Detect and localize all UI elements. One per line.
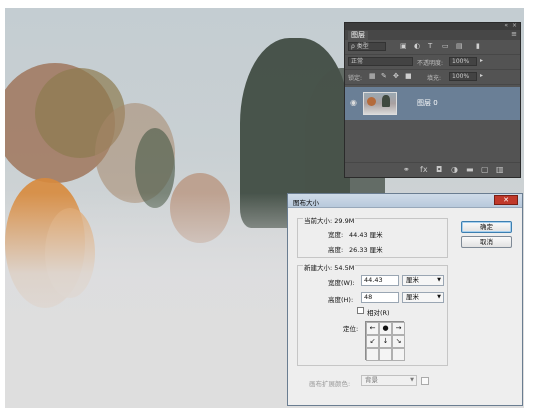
current-height-value: 26.33 厘米 — [349, 246, 383, 254]
current-size-label: 当前大小: 29.9M — [303, 215, 356, 225]
panel-menu-icon[interactable]: ≡ — [511, 30, 517, 38]
anchor-grid: ← ● → ↙ ↓ ↘ — [365, 321, 405, 361]
folder-icon[interactable]: ▬ — [466, 165, 474, 174]
anchor-cell[interactable]: ↙ — [366, 335, 379, 348]
current-width-label: 宽度: — [328, 231, 344, 239]
panel-tabbar: 图层 ≡ — [345, 30, 520, 40]
current-height-label: 高度: — [328, 246, 344, 254]
shape-filter-icon[interactable]: ▭ — [442, 42, 449, 50]
kind-filter-select[interactable]: ρ 类型 — [348, 42, 386, 51]
filter-row: ρ 类型 ▣ ◐ T ▭ ▤ ▮ — [345, 40, 520, 55]
extension-color-swatch[interactable] — [421, 377, 429, 385]
tab-layers[interactable]: 图层 — [348, 31, 368, 40]
lock-all-icon[interactable]: ■ — [405, 72, 412, 80]
fx-icon[interactable]: fx — [420, 165, 428, 174]
fill-dropdown-icon[interactable]: ▸ — [480, 72, 483, 79]
close-button[interactable]: ✕ — [494, 195, 518, 205]
opacity-label: 不透明度: — [417, 60, 444, 67]
width-unit-value: 厘米 — [406, 276, 419, 284]
anchor-cell[interactable]: ← — [366, 322, 379, 335]
current-size-group: 当前大小: 29.9M 宽度: 44.43 厘米 高度: 26.33 厘米 — [297, 215, 448, 258]
lock-transparent-icon[interactable]: ▦ — [369, 72, 376, 80]
height-label: 高度(H): — [328, 296, 354, 304]
relative-checkbox[interactable] — [357, 307, 364, 314]
height-input[interactable]: 48 — [361, 292, 399, 303]
new-size-label: 新建大小: 54.5M — [303, 262, 356, 272]
layer-name[interactable]: 图层 0 — [417, 98, 438, 108]
layer-row[interactable]: ◉ 图层 0 — [345, 87, 520, 120]
visibility-eye-icon[interactable]: ◉ — [350, 98, 357, 107]
anchor-cell[interactable]: → — [392, 322, 405, 335]
lock-move-icon[interactable]: ✥ — [393, 72, 399, 80]
panel-titlebar[interactable]: « × — [345, 22, 520, 30]
pixel-filter-icon[interactable]: ▣ — [400, 42, 407, 50]
extension-color-select[interactable]: 背景 ▼ — [361, 375, 417, 386]
canvas-size-dialog: 图布大小 ✕ 当前大小: 29.9M 宽度: 44.43 厘米 高度: 26.3… — [287, 193, 523, 406]
extension-color-label: 画布扩展颜色: — [309, 380, 351, 388]
type-filter-icon[interactable]: T — [428, 42, 432, 50]
mask-icon[interactable]: ◘ — [436, 165, 442, 174]
anchor-cell[interactable]: ↓ — [379, 335, 392, 348]
ok-button[interactable]: 确定 — [461, 221, 512, 233]
lock-label: 锁定: — [348, 75, 363, 82]
anchor-cell[interactable] — [366, 348, 379, 361]
anchor-cell[interactable] — [392, 348, 405, 361]
blend-mode-select[interactable]: 正常 — [348, 57, 413, 66]
chevron-down-icon: ▼ — [437, 294, 441, 300]
fill-input[interactable]: 100% — [449, 72, 477, 81]
width-label: 宽度(W): — [328, 279, 355, 287]
anchor-cell[interactable]: ↘ — [392, 335, 405, 348]
smart-object-filter-icon[interactable]: ▤ — [456, 42, 463, 50]
new-layer-icon[interactable]: ▢ — [481, 165, 489, 174]
adjustment-icon[interactable]: ◑ — [451, 165, 458, 174]
anchor-label: 定位: — [343, 325, 359, 333]
filter-toggle-icon[interactable]: ▮ — [476, 42, 480, 50]
lock-brush-icon[interactable]: ✎ — [381, 72, 387, 80]
fill-label: 填充: — [427, 75, 442, 82]
opacity-input[interactable]: 100% — [449, 57, 477, 66]
chevron-down-icon: ▼ — [437, 277, 441, 283]
layers-panel: « × 图层 ≡ ρ 类型 ▣ ◐ T ▭ ▤ ▮ 正常 不透明度: 100% … — [344, 22, 521, 178]
chevron-down-icon: ▼ — [410, 377, 414, 383]
trash-icon[interactable]: ▥ — [496, 165, 504, 174]
width-input[interactable]: 44.43 — [361, 275, 399, 286]
height-unit-value: 厘米 — [406, 293, 419, 301]
dialog-title: 图布大小 — [293, 199, 319, 207]
current-width-value: 44.43 厘米 — [349, 231, 383, 239]
anchor-cell[interactable]: ● — [379, 322, 392, 335]
layer-thumbnail — [363, 92, 397, 115]
collapse-icon[interactable]: « — [504, 22, 508, 29]
dialog-titlebar[interactable]: 图布大小 ✕ — [288, 194, 522, 208]
link-icon[interactable]: ⚭ — [403, 165, 410, 174]
adjustment-filter-icon[interactable]: ◐ — [414, 42, 420, 50]
close-icon[interactable]: × — [512, 22, 517, 29]
panel-bottom-bar: ⚭ fx ◘ ◑ ▬ ▢ ▥ — [345, 162, 520, 177]
anchor-cell[interactable] — [379, 348, 392, 361]
blend-row: 正常 不透明度: 100% ▸ — [345, 55, 520, 70]
cancel-button[interactable]: 取消 — [461, 236, 512, 248]
extension-color-value: 背景 — [365, 376, 378, 384]
lock-row: 锁定: ▦ ✎ ✥ ■ 填充: 100% ▸ — [345, 70, 520, 85]
opacity-dropdown-icon[interactable]: ▸ — [480, 57, 483, 64]
width-unit-select[interactable]: 厘米 ▼ — [402, 275, 444, 286]
relative-label[interactable]: 相对(R) — [367, 307, 390, 317]
height-unit-select[interactable]: 厘米 ▼ — [402, 292, 444, 303]
